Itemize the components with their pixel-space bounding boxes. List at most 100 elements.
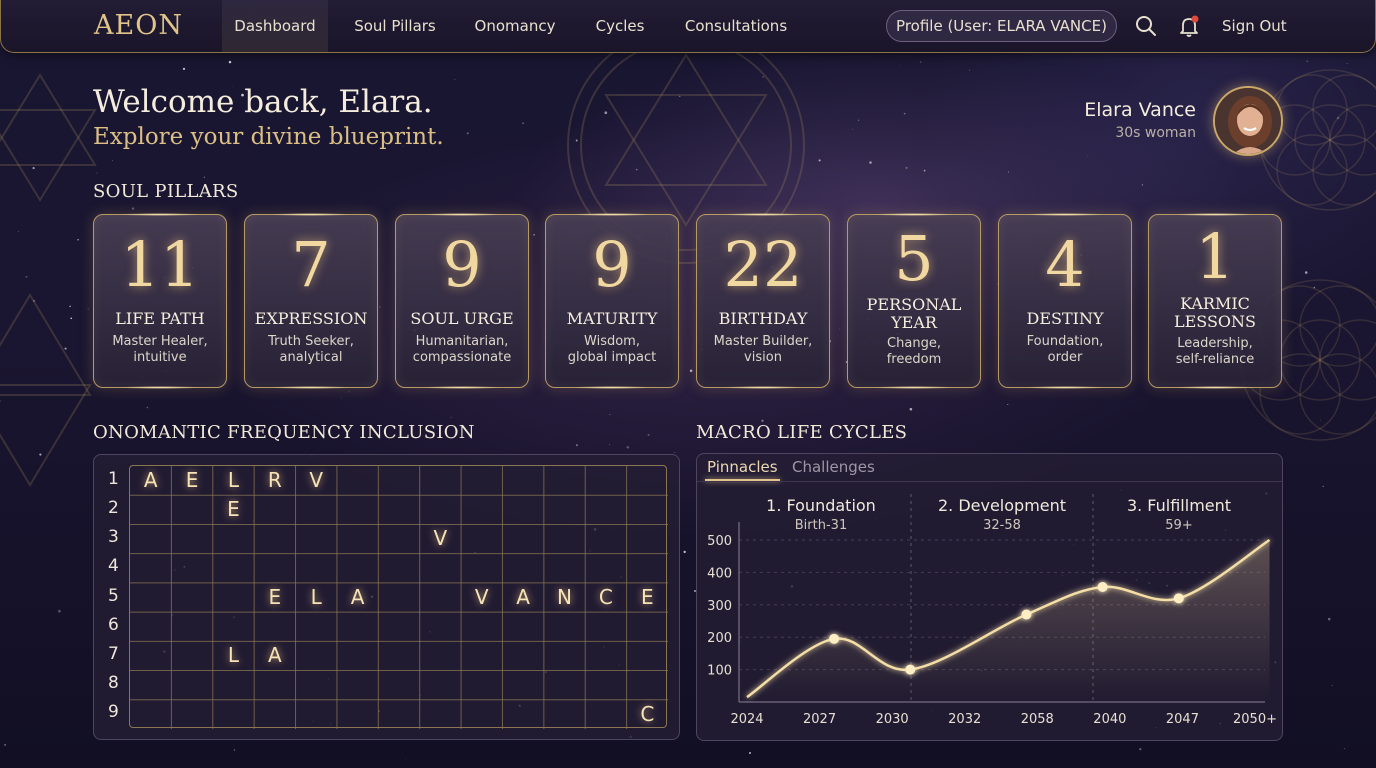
grid-letter: C: [640, 701, 655, 726]
aeon-logo[interactable]: AEON: [94, 10, 183, 41]
bell-icon[interactable]: [1177, 14, 1201, 38]
pillar-description: compassionate: [412, 350, 512, 365]
pillar-description: order: [1047, 350, 1083, 365]
pillar-description: analytical: [279, 350, 343, 365]
onomantic-title: ONOMANTIC FREQUENCY INCLUSION: [93, 422, 475, 443]
pillar-label: BIRTHDAY: [718, 309, 808, 328]
pillar-card-expression[interactable]: 7 EXPRESSION Truth Seeker, analytical: [244, 213, 378, 389]
pillar-description: self-reliance: [1175, 352, 1255, 367]
grid-row-number: 7: [108, 643, 119, 664]
grid-row-number: 6: [108, 614, 119, 635]
pillar-label: YEAR: [891, 313, 937, 332]
data-point: [905, 664, 916, 675]
pillar-description: Leadership,: [1177, 336, 1253, 351]
top-navigation-bar: AEON Dashboard Soul Pillars Onomancy Cyc…: [0, 0, 1376, 53]
grid-row-number: 4: [108, 556, 119, 577]
pillar-description: Change,: [887, 336, 941, 351]
pillar-number: 9: [442, 228, 482, 301]
pillar-number: 7: [291, 228, 331, 301]
welcome-heading: Welcome back, Elara.: [93, 84, 433, 120]
data-point: [829, 633, 840, 644]
data-point: [1173, 593, 1184, 604]
pillar-number: 11: [120, 228, 200, 301]
grid-letter: A: [350, 584, 365, 609]
grid-letter: E: [268, 584, 282, 609]
life-cycle-chart: 100 200 300 400 500 2024 2027 2030 2032 2058 2040 2…: [707, 494, 1277, 727]
pillar-number: 4: [1045, 228, 1085, 301]
search-icon[interactable]: [1134, 14, 1158, 38]
life-cycles-panel: Pinnacles Challenges 1. Foundation Birth…: [696, 453, 1283, 741]
grid-row-number: 5: [108, 585, 119, 606]
data-point: [1021, 609, 1032, 620]
grid-letter: L: [310, 584, 322, 609]
grid-letter: V: [433, 526, 448, 551]
pillar-label: LIFE PATH: [115, 309, 205, 328]
y-tick-label: 100: [707, 664, 732, 679]
pillar-description: intuitive: [133, 350, 187, 365]
pillar-number: 22: [723, 228, 803, 301]
pillar-card-maturity[interactable]: 9 MATURITY Wisdom, global impact: [545, 213, 679, 389]
pillar-card-karmic-lessons[interactable]: 1 KARMIC LESSONS Leadership, self-relian…: [1148, 213, 1282, 389]
onomantic-grid-panel: 123456789 AELRVEVELAVANCELAC: [93, 454, 680, 740]
grid-row-number: 8: [108, 673, 119, 694]
y-tick-label: 500: [707, 534, 732, 549]
frequency-grid: AELRVEVELAVANCELAC: [129, 465, 668, 729]
x-tick-label: 2027: [803, 712, 836, 727]
pillar-description: Master Builder,: [713, 334, 813, 349]
sign-out-link[interactable]: Sign Out: [1222, 0, 1287, 52]
pillar-card-destiny[interactable]: 4 DESTINY Foundation, order: [998, 213, 1132, 389]
user-description: 30s woman: [1115, 125, 1196, 141]
pillar-description: Humanitarian,: [415, 334, 509, 349]
x-tick-label: 2058: [1021, 712, 1054, 727]
pillar-card-personal-year[interactable]: 5 PERSONAL YEAR Change, freedom: [847, 213, 981, 389]
nav-soul-pillars[interactable]: Soul Pillars: [346, 0, 444, 52]
grid-letter: A: [516, 584, 530, 609]
pillar-label: EXPRESSION: [254, 309, 368, 328]
pillar-description: vision: [744, 350, 782, 365]
pillar-label: MATURITY: [566, 309, 658, 328]
nav-onomancy[interactable]: Onomancy: [467, 0, 563, 52]
x-tick-label: 2040: [1093, 712, 1126, 727]
pillar-number: 5: [894, 222, 934, 295]
life-cycles-title: MACRO LIFE CYCLES: [696, 422, 908, 443]
pillar-card-birthday[interactable]: 22 BIRTHDAY Master Builder, vision: [696, 213, 830, 389]
grid-letter: L: [227, 643, 240, 668]
grid-letter: A: [143, 468, 158, 492]
pillar-description: Foundation,: [1026, 334, 1104, 349]
pillar-number: 1: [1195, 220, 1235, 293]
pillar-description: freedom: [886, 352, 942, 367]
avatar[interactable]: [1213, 86, 1283, 156]
grid-letter: R: [267, 468, 282, 492]
grid-letter: E: [640, 584, 654, 609]
grid-letter: A: [267, 643, 282, 668]
grid-letter: V: [309, 468, 324, 492]
pillar-description: Master Healer,: [112, 334, 208, 349]
grid-letter: V: [474, 584, 489, 609]
grid-letter: C: [598, 584, 613, 609]
soul-pillars-title: SOUL PILLARS: [93, 181, 239, 202]
profile-button[interactable]: Profile (User: ELARA VANCE): [886, 10, 1117, 42]
grid-row-number: 9: [108, 702, 119, 723]
pillar-label: LESSONS: [1173, 312, 1257, 331]
notification-dot: [1191, 15, 1199, 23]
grid-letter: E: [185, 468, 199, 492]
grid-letter: L: [227, 468, 240, 492]
x-tick-label: 2050+: [1233, 712, 1277, 727]
pillar-label: PERSONAL: [866, 295, 962, 314]
pillar-description: Wisdom,: [584, 334, 640, 349]
pillar-card-life-path[interactable]: 11 LIFE PATH Master Healer, intuitive: [93, 213, 227, 389]
nav-cycles[interactable]: Cycles: [589, 0, 651, 52]
series-area: [747, 540, 1270, 702]
user-portrait-icon: [1215, 88, 1281, 154]
x-tick-label: 2047: [1166, 712, 1199, 727]
y-tick-label: 200: [707, 631, 732, 646]
x-tick-label: 2032: [948, 712, 981, 727]
pillar-label: KARMIC: [1180, 294, 1250, 313]
pillar-label: SOUL URGE: [410, 309, 514, 328]
pillar-card-soul-urge[interactable]: 9 SOUL URGE Humanitarian, compassionate: [395, 213, 529, 389]
nav-dashboard[interactable]: Dashboard: [222, 0, 328, 52]
data-point: [1097, 581, 1108, 592]
nav-consultations[interactable]: Consultations: [677, 0, 795, 52]
grid-row-number: 1: [108, 468, 119, 489]
user-name: Elara Vance: [1084, 99, 1196, 121]
